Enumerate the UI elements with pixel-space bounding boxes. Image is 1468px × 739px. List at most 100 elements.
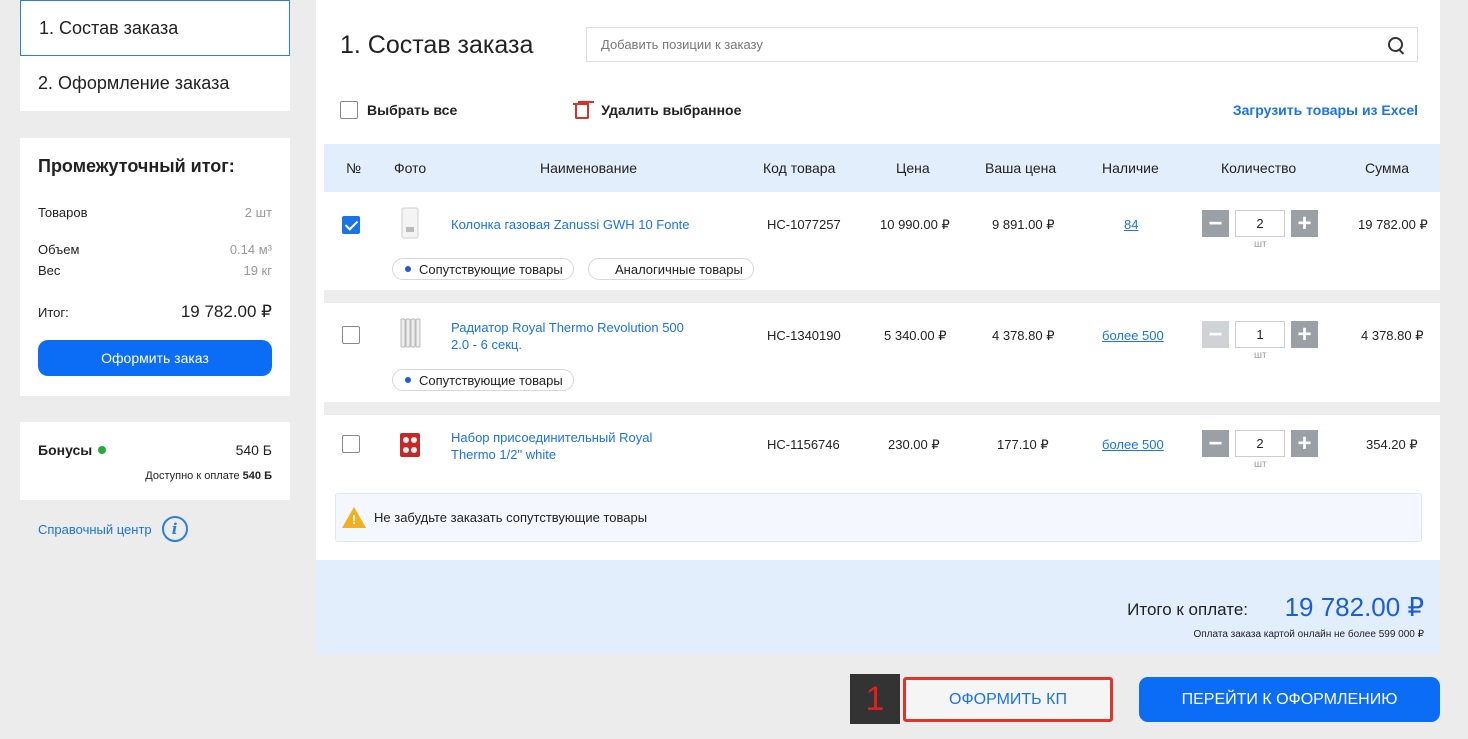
- warning-icon: [342, 506, 366, 529]
- help-center-label[interactable]: Справочный центр: [38, 522, 152, 537]
- related-products-tag[interactable]: Сопутствующие товары: [392, 369, 574, 391]
- col-your-price: Ваша цена: [985, 160, 1057, 176]
- product-photo: [400, 433, 420, 457]
- help-center-link[interactable]: Справочный центр i: [38, 516, 188, 542]
- plus-icon[interactable]: +: [1291, 430, 1318, 457]
- select-all-label[interactable]: Выбрать все: [367, 102, 457, 118]
- similar-products-label[interactable]: Аналогичные товары: [615, 262, 743, 277]
- row-separator: [324, 290, 1440, 303]
- create-quote-button[interactable]: ОФОРМИТЬ КП: [903, 677, 1113, 722]
- quantity-input[interactable]: 2: [1235, 430, 1285, 457]
- subtotal-row: Итог: 19 782.00 ₽: [38, 302, 272, 322]
- bonus-coin-icon: [98, 446, 107, 454]
- stock-link[interactable]: более 500: [1102, 437, 1164, 452]
- items-value: 2 шт: [244, 205, 272, 220]
- upload-excel-link[interactable]: Загрузить товары из Excel: [1233, 102, 1418, 118]
- table-header: № Фото Наименование Код товара Цена Ваша…: [324, 144, 1440, 192]
- weight-row: Вес 19 кг: [38, 263, 272, 278]
- subtotal-card: Промежуточный итог: Товаров 2 шт Объем 0…: [20, 138, 290, 396]
- plus-icon[interactable]: +: [1291, 321, 1318, 348]
- row-checkbox[interactable]: [342, 435, 360, 453]
- stock-link[interactable]: более 500: [1102, 328, 1164, 343]
- trash-icon[interactable]: [573, 101, 590, 119]
- col-stock: Наличие: [1102, 160, 1159, 176]
- row-sum: 354.20 ₽: [1366, 437, 1418, 452]
- delete-selected-control[interactable]: Удалить выбранное: [573, 101, 741, 119]
- related-products-label[interactable]: Сопутствующие товары: [419, 262, 563, 277]
- quantity-input[interactable]: 1: [1235, 321, 1285, 348]
- row-checkbox[interactable]: [342, 326, 360, 344]
- bonus-card: Бонусы 540 Б Доступно к оплате 540 Б: [20, 422, 290, 500]
- product-name-link[interactable]: Радиатор Royal Thermo Revolution 500 2.0…: [451, 319, 691, 353]
- volume-label: Объем: [38, 242, 80, 257]
- product-code: НС-1156746: [767, 437, 840, 452]
- product-name-link[interactable]: Набор присоединительный Royal Thermo 1/2…: [451, 429, 671, 463]
- product-your-price: 9 891.00 ₽: [992, 217, 1055, 232]
- subtotal-title: Промежуточный итог:: [38, 156, 235, 176]
- bonus-label-wrap: Бонусы: [38, 442, 107, 458]
- quantity-stepper: − 1 +: [1202, 321, 1318, 348]
- col-number: №: [346, 160, 362, 176]
- tag-dot-icon: [405, 266, 411, 272]
- row-separator: [324, 402, 1440, 415]
- related-products-tag[interactable]: Сопутствующие товары: [392, 258, 574, 280]
- row-sum: 4 378.80 ₽: [1361, 328, 1424, 343]
- weight-value: 19 кг: [243, 263, 272, 278]
- tag-dot-icon: [405, 377, 411, 383]
- bonus-available-label: Доступно к оплате: [145, 470, 240, 482]
- volume-row: Объем 0.14 м³: [38, 242, 272, 257]
- bonus-available-value: 540 Б: [242, 470, 272, 482]
- related-products-label[interactable]: Сопутствующие товары: [419, 373, 563, 388]
- select-all-control[interactable]: Выбрать все: [340, 101, 457, 119]
- col-sum: Сумма: [1365, 160, 1409, 176]
- minus-icon[interactable]: −: [1202, 210, 1229, 237]
- col-quantity: Количество: [1221, 160, 1297, 176]
- minus-icon[interactable]: −: [1202, 321, 1229, 348]
- search-icon[interactable]: [1387, 36, 1405, 54]
- total-label: Итого к оплате:: [1127, 600, 1248, 619]
- similar-products-tag[interactable]: Аналогичные товары: [588, 258, 754, 280]
- volume-value: 0.14 м³: [229, 242, 272, 257]
- notice-text: Не забудьте заказать сопутствующие товар…: [374, 510, 648, 525]
- product-photo: [400, 318, 421, 348]
- total-value: 19 782.00 ₽: [1284, 592, 1424, 622]
- product-code: НС-1077257: [767, 217, 841, 232]
- product-photo: [401, 207, 419, 239]
- row-sum: 19 782.00 ₽: [1358, 217, 1428, 232]
- place-order-button[interactable]: Оформить заказ: [38, 340, 272, 376]
- bonus-label: Бонусы: [38, 442, 93, 458]
- search-input[interactable]: [601, 37, 1387, 52]
- product-name-link[interactable]: Колонка газовая Zanussi GWH 10 Fonte: [451, 216, 701, 233]
- col-photo: Фото: [394, 160, 427, 176]
- plus-icon[interactable]: +: [1291, 210, 1318, 237]
- info-icon[interactable]: i: [161, 516, 188, 542]
- stock-link[interactable]: 84: [1124, 217, 1138, 232]
- quantity-unit: шт: [1254, 239, 1267, 250]
- minus-icon[interactable]: −: [1202, 430, 1229, 457]
- subtotal-label: Итог:: [38, 304, 69, 320]
- step-order-checkout[interactable]: 2. Оформление заказа: [20, 56, 290, 111]
- items-count-row: Товаров 2 шт: [38, 205, 272, 220]
- quantity-stepper: − 2 +: [1202, 430, 1318, 457]
- step-number-badge: 1: [850, 674, 900, 724]
- bonus-value: 540 Б: [235, 442, 272, 458]
- row-checkbox[interactable]: [342, 216, 360, 234]
- step-order-composition[interactable]: 1. Состав заказа: [20, 0, 290, 56]
- table-toolbar: Выбрать все Удалить выбранное Загрузить …: [340, 100, 1418, 120]
- quantity-input[interactable]: 2: [1235, 210, 1285, 237]
- product-price: 10 990.00 ₽: [880, 217, 950, 232]
- product-price: 5 340.00 ₽: [884, 328, 947, 343]
- subtotal-value: 19 782.00 ₽: [180, 302, 272, 321]
- proceed-to-checkout-button[interactable]: ПЕРЕЙТИ К ОФОРМЛЕНИЮ: [1139, 677, 1440, 722]
- order-panel: 1. Состав заказа Выбрать все Удалить выб…: [316, 0, 1440, 560]
- select-all-checkbox[interactable]: [340, 101, 358, 119]
- quantity-unit: шт: [1254, 350, 1267, 361]
- totals-panel: Итого к оплате: 19 782.00 ₽ Оплата заказ…: [316, 560, 1440, 655]
- quantity-unit: шт: [1254, 459, 1267, 470]
- related-products-notice: Не забудьте заказать сопутствующие товар…: [335, 493, 1422, 542]
- delete-selected-label[interactable]: Удалить выбранное: [601, 102, 741, 118]
- product-code: НС-1340190: [767, 328, 841, 343]
- product-your-price: 177.10 ₽: [997, 437, 1049, 452]
- bonus-available: Доступно к оплате 540 Б: [38, 470, 272, 482]
- col-price: Цена: [896, 160, 930, 176]
